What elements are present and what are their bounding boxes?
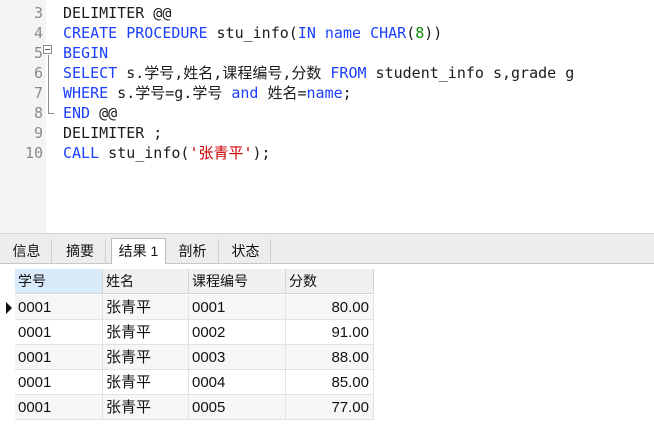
line-number: 5 bbox=[33, 44, 43, 62]
code-text: DELIMITER ; bbox=[63, 123, 162, 143]
sql-token: stu_info( bbox=[207, 24, 298, 42]
sql-token: stu_info( bbox=[99, 144, 190, 162]
table-cell[interactable]: 0001 bbox=[15, 370, 103, 395]
table-cell[interactable]: 张青平 bbox=[103, 295, 189, 320]
sql-token: @@ bbox=[90, 104, 118, 122]
sql-keyword: WHERE bbox=[63, 84, 109, 102]
sql-token: ; bbox=[342, 84, 352, 102]
row-indicator[interactable] bbox=[0, 295, 15, 320]
sql-token: student_info s,grade g bbox=[366, 64, 575, 82]
table-cell[interactable]: 张青平 bbox=[103, 370, 189, 395]
table-cell[interactable]: 0001 bbox=[15, 295, 103, 320]
table-row[interactable]: 0001 张青平 0002 91.00 bbox=[0, 320, 374, 345]
result-tab[interactable]: 摘要 bbox=[55, 239, 106, 264]
sql-keyword: CREATE PROCEDURE bbox=[63, 24, 208, 42]
row-indicator[interactable] bbox=[0, 395, 15, 420]
code-text: BEGIN bbox=[63, 43, 108, 63]
table-cell[interactable]: 88.00 bbox=[286, 345, 374, 370]
sql-keyword: and bbox=[231, 84, 259, 102]
sql-keyword: CHAR bbox=[370, 24, 407, 42]
column-header[interactable]: 分数 bbox=[286, 269, 374, 294]
line-number: 10 bbox=[24, 144, 43, 162]
row-indicator[interactable] bbox=[0, 345, 15, 370]
table-cell[interactable]: 80.00 bbox=[286, 295, 374, 320]
result-tab[interactable]: 剖析 bbox=[167, 239, 219, 264]
line-number: 7 bbox=[33, 84, 43, 102]
column-header[interactable]: 课程编号 bbox=[189, 269, 286, 294]
table-cell[interactable]: 0001 bbox=[15, 395, 103, 420]
table-cell[interactable]: 91.00 bbox=[286, 320, 374, 345]
line-number: 6 bbox=[33, 64, 43, 82]
sql-keyword: name bbox=[306, 84, 343, 102]
sql-keyword: FROM bbox=[330, 64, 367, 82]
sql-string: '张青平' bbox=[189, 144, 253, 162]
fold-guide bbox=[48, 55, 49, 113]
sql-keyword: name bbox=[324, 24, 362, 42]
sql-token: ); bbox=[252, 144, 271, 162]
sql-token: DELIMITER ; bbox=[63, 124, 163, 142]
table-row[interactable]: 0001 张青平 0003 88.00 bbox=[0, 345, 374, 370]
code-text: WHERE s.学号=g.学号 and 姓名=name; bbox=[63, 83, 352, 103]
row-indicator[interactable] bbox=[0, 370, 15, 395]
code-text: DELIMITER @@ bbox=[63, 3, 171, 23]
line-number: 3 bbox=[33, 4, 43, 22]
sql-token: s.学号,姓名,课程编号,分数 bbox=[117, 64, 331, 82]
fold-guide-end bbox=[48, 113, 54, 114]
column-header[interactable]: 姓名 bbox=[103, 269, 189, 294]
table-cell[interactable]: 0001 bbox=[15, 320, 103, 345]
result-grid[interactable]: 学号 姓名 课程编号 分数 0001 张青平 0001 80.00 0001 张青平 0002 91… bbox=[0, 264, 654, 442]
table-row[interactable]: 0001 张青平 0001 80.00 bbox=[0, 295, 374, 320]
table-cell[interactable]: 0003 bbox=[189, 345, 286, 370]
table-cell[interactable]: 85.00 bbox=[286, 370, 374, 395]
sql-token: ( bbox=[406, 24, 416, 42]
code-text: SELECT s.学号,姓名,课程编号,分数 FROM student_info… bbox=[63, 63, 574, 83]
fold-toggle-icon[interactable] bbox=[43, 45, 52, 54]
table-cell[interactable]: 0004 bbox=[189, 370, 286, 395]
code-text: CREATE PROCEDURE stu_info(IN name CHAR(8… bbox=[63, 23, 442, 43]
column-header[interactable]: 学号 bbox=[15, 269, 103, 294]
code-text: CALL stu_info('张青平'); bbox=[63, 143, 271, 163]
table-row[interactable]: 0001 张青平 0004 85.00 bbox=[0, 370, 374, 395]
table-cell[interactable]: 0002 bbox=[189, 320, 286, 345]
result-tab[interactable]: 状态 bbox=[221, 239, 271, 264]
sql-token: s.学号=g.学号 bbox=[108, 84, 232, 102]
table-cell[interactable]: 0005 bbox=[189, 395, 286, 420]
result-tab-bar: 信息 摘要 结果 1 剖析 状态 bbox=[0, 237, 654, 264]
current-row-arrow-icon bbox=[6, 302, 12, 314]
sql-keyword: END bbox=[63, 104, 91, 122]
table-cell[interactable]: 张青平 bbox=[103, 345, 189, 370]
row-indicator[interactable] bbox=[0, 320, 15, 345]
sql-keyword: SELECT bbox=[63, 64, 118, 82]
line-number: 8 bbox=[33, 104, 43, 122]
line-number: 4 bbox=[33, 24, 43, 42]
sql-editor[interactable]: 3 DELIMITER @@ 4 CREATE PROCEDURE stu_info(… bbox=[0, 0, 654, 233]
sql-token: DELIMITER @@ bbox=[63, 4, 172, 22]
table-cell[interactable]: 77.00 bbox=[286, 395, 374, 420]
line-number: 9 bbox=[33, 124, 43, 142]
sql-keyword: IN bbox=[297, 24, 316, 42]
sql-keyword: CALL bbox=[63, 144, 100, 162]
table-cell[interactable]: 张青平 bbox=[103, 320, 189, 345]
result-tab[interactable]: 结果 1 bbox=[111, 238, 166, 264]
code-text: END @@ bbox=[63, 103, 117, 123]
table-cell[interactable]: 张青平 bbox=[103, 395, 189, 420]
sql-token: 姓名= bbox=[258, 84, 307, 102]
table-row[interactable]: 0001 张青平 0005 77.00 bbox=[0, 395, 374, 420]
sql-keyword: BEGIN bbox=[63, 44, 109, 62]
table-cell[interactable]: 0001 bbox=[15, 345, 103, 370]
sql-number: 8 bbox=[415, 24, 425, 42]
table-cell[interactable]: 0001 bbox=[189, 295, 286, 320]
result-tab[interactable]: 信息 bbox=[2, 239, 52, 264]
sql-token: )) bbox=[424, 24, 443, 42]
